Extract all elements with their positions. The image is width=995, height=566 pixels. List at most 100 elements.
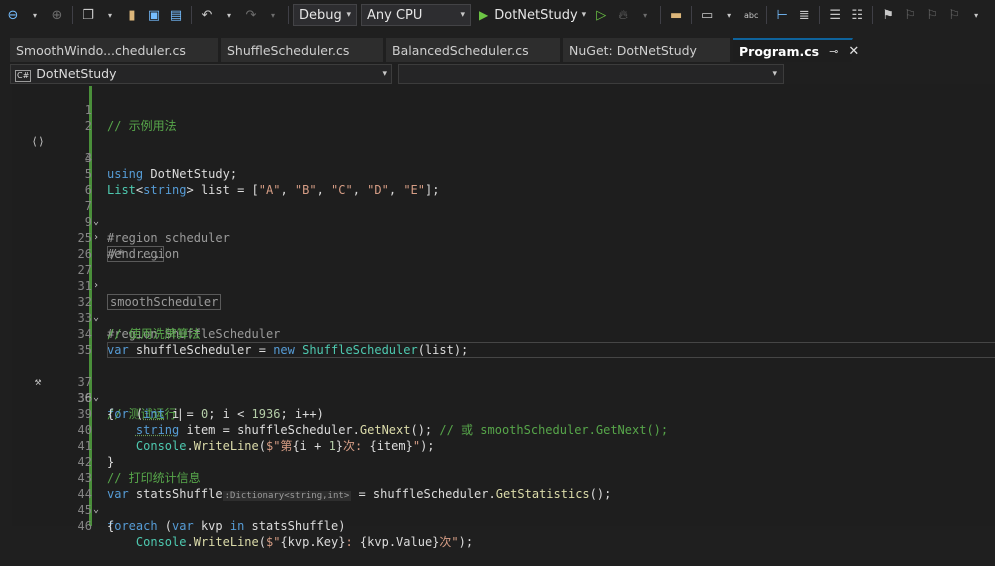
save-icon[interactable]: ▣ (143, 3, 165, 27)
toolbar-separator (191, 6, 192, 24)
toolbar-separator (288, 6, 289, 24)
open-folder-icon[interactable]: ▮ (121, 3, 143, 27)
code-line: 37 ⌄ for (int i = 0; i < 1936; i++) (12, 358, 995, 421)
run-target-label: DotNetStudy (494, 7, 578, 23)
redo-icon[interactable]: ↷ (240, 3, 262, 27)
chevron-down-icon: ▾ (460, 10, 465, 20)
line-text: Console.WriteLine($"{kvp.Key}: {kvp.Valu… (135, 535, 474, 549)
tab-label: BalancedScheduler.cs (392, 42, 529, 58)
tab-label: ShuffleScheduler.cs (227, 42, 350, 58)
undo-icon[interactable]: ↶ (196, 3, 218, 27)
code-line: 9 › /* ... (12, 198, 995, 262)
comment-icon[interactable]: ☰ (824, 3, 846, 27)
spell-check-icon[interactable]: abc (740, 3, 762, 27)
chevron-down-icon: ▾ (382, 69, 387, 79)
chevron-down-icon: ▾ (346, 10, 351, 20)
bookmark-icon[interactable]: ⚑ (877, 3, 899, 27)
back-icon[interactable]: ⊖ (2, 3, 24, 27)
close-icon[interactable]: ✕ (848, 44, 859, 59)
code-line: 6 (12, 166, 995, 197)
editor-margin (0, 84, 12, 526)
tab-shuffle-scheduler[interactable]: ShuffleScheduler.cs (221, 38, 384, 62)
member-select[interactable]: ▾ (398, 64, 784, 84)
configuration-value: Debug (299, 7, 342, 23)
code-line: 33 // 使用洗牌算法 (12, 294, 995, 341)
toolbar-separator (819, 6, 821, 24)
toolbar-overflow-icon[interactable]: ▾ (965, 3, 987, 27)
code-line: 27 › smoothScheduler (12, 246, 995, 310)
tab-label: NuGet: DotNetStudy (569, 42, 697, 58)
bookmark-next-icon[interactable]: ⚐ (921, 3, 943, 27)
new-item-icon[interactable]: ❐ (77, 3, 99, 27)
hot-reload-icon[interactable]: 🔥︎ (612, 3, 634, 27)
tab-balanced-scheduler[interactable]: BalancedScheduler.cs (386, 38, 561, 62)
play-icon: ▶ (479, 8, 489, 22)
save-all-icon[interactable]: ▤ (165, 3, 187, 27)
tab-program[interactable]: Program.cs ⊸ ✕ (733, 38, 859, 62)
toolbar-separator (766, 6, 768, 24)
code-line-current: ⚒ 36 // 测试运行| (12, 342, 995, 421)
new-item-dropdown-icon[interactable]: ▾ (99, 3, 121, 27)
chevron-down-icon: ▾ (581, 10, 587, 20)
navigation-bar: C# DotNetStudy ▾ ▾ (10, 64, 995, 84)
code-line: 34 var shuffleScheduler = new ShuffleSch… (12, 310, 995, 357)
code-line: 44 ⌄ foreach (var kvp in statsShuffle) (12, 470, 995, 533)
code-editor[interactable]: 1 // 示例用法 2 ⟨⟩ 3 using DotNetStudy; 4 5 … (0, 84, 995, 549)
format-icon[interactable]: ≣ (793, 3, 815, 27)
code-line: ⟨⟩ 3 using DotNetStudy; (12, 118, 995, 181)
line-number: 46 (77, 519, 92, 533)
configuration-select[interactable]: Debug ▾ (293, 4, 357, 26)
toolbar-separator (660, 6, 662, 24)
solution-explorer-icon[interactable]: ▬ (665, 3, 687, 27)
project-select[interactable]: C# DotNetStudy ▾ (10, 64, 392, 84)
tab-smoothwindow-scheduler[interactable]: SmoothWindo...cheduler.cs (10, 38, 219, 62)
csharp-project-icon: C# (15, 70, 32, 82)
code-line: 7 ⌄ #region scheduler (12, 182, 995, 245)
project-name: DotNetStudy (36, 66, 117, 81)
current-line-highlight (107, 342, 995, 358)
code-line: 38 { (12, 374, 995, 421)
window-layout-dropdown-icon[interactable]: ▾ (718, 3, 740, 27)
tab-nuget[interactable]: NuGet: DotNetStudy (563, 38, 731, 62)
redo-dropdown-icon[interactable]: ▾ (262, 3, 284, 27)
tab-label: Program.cs (739, 43, 820, 59)
code-line: 31 (12, 262, 995, 293)
toolbar: ⊖ ▾ ⊕ ❐ ▾ ▮ ▣ ▤ ↶ ▾ ↷ ▾ Debug ▾ Any CPU … (0, 0, 995, 30)
code-line: 40 Console.WriteLine($"第{i + 1}次: {item}… (12, 406, 995, 453)
code-line: 35 (12, 326, 995, 357)
code-line: 46 Console.WriteLine($"{kvp.Key}: {kvp.V… (12, 502, 995, 549)
back-dropdown-icon[interactable]: ▾ (24, 3, 46, 27)
line-text: { (107, 519, 115, 533)
code-line: 2 (12, 102, 995, 133)
pin-icon[interactable]: ⊸ (829, 45, 838, 58)
platform-select[interactable]: Any CPU ▾ (361, 4, 471, 26)
code-line: 41 } (12, 422, 995, 469)
toolbar-separator (691, 6, 693, 24)
document-tab-bar: SmoothWindo...cheduler.cs ShuffleSchedul… (0, 38, 995, 62)
tab-label: SmoothWindo...cheduler.cs (16, 42, 186, 58)
hot-reload-dropdown-icon[interactable]: ▾ (634, 3, 656, 27)
code-line: 4 (12, 134, 995, 165)
platform-value: Any CPU (367, 7, 423, 23)
start-debug-button[interactable]: ▶ DotNetStudy ▾ (475, 8, 590, 23)
code-line: 25 #endregion (12, 214, 995, 261)
code-line: 45 { (12, 486, 995, 533)
line-text: foreach (var kvp in statsShuffle) (107, 519, 346, 533)
code-line: 5 List<string> list = ["A", "B", "C", "D… (12, 150, 995, 197)
code-line: 39 string item = shuffleScheduler.GetNex… (12, 390, 995, 437)
bookmark-clear-icon[interactable]: ⚐ (943, 3, 965, 27)
bookmark-prev-icon[interactable]: ⚐ (899, 3, 921, 27)
forward-icon[interactable]: ⊕ (46, 3, 68, 27)
code-line: 43 var statsShuffle:Dictionary<string,in… (12, 454, 995, 501)
breakpoint-icon[interactable]: ⊢ (771, 3, 793, 27)
window-layout-icon[interactable]: ▭ (696, 3, 718, 27)
code-line: 42 // 打印统计信息 (12, 438, 995, 485)
toolbar-separator (72, 6, 73, 24)
code-line: 26 (12, 230, 995, 261)
code-line: 32 ⌄ #region ShuffleScheduler (12, 278, 995, 341)
uncomment-icon[interactable]: ☷ (846, 3, 868, 27)
undo-dropdown-icon[interactable]: ▾ (218, 3, 240, 27)
chevron-down-icon: ▾ (772, 69, 777, 79)
toolbar-separator (872, 6, 874, 24)
start-without-debug-icon[interactable]: ▷ (590, 3, 612, 27)
